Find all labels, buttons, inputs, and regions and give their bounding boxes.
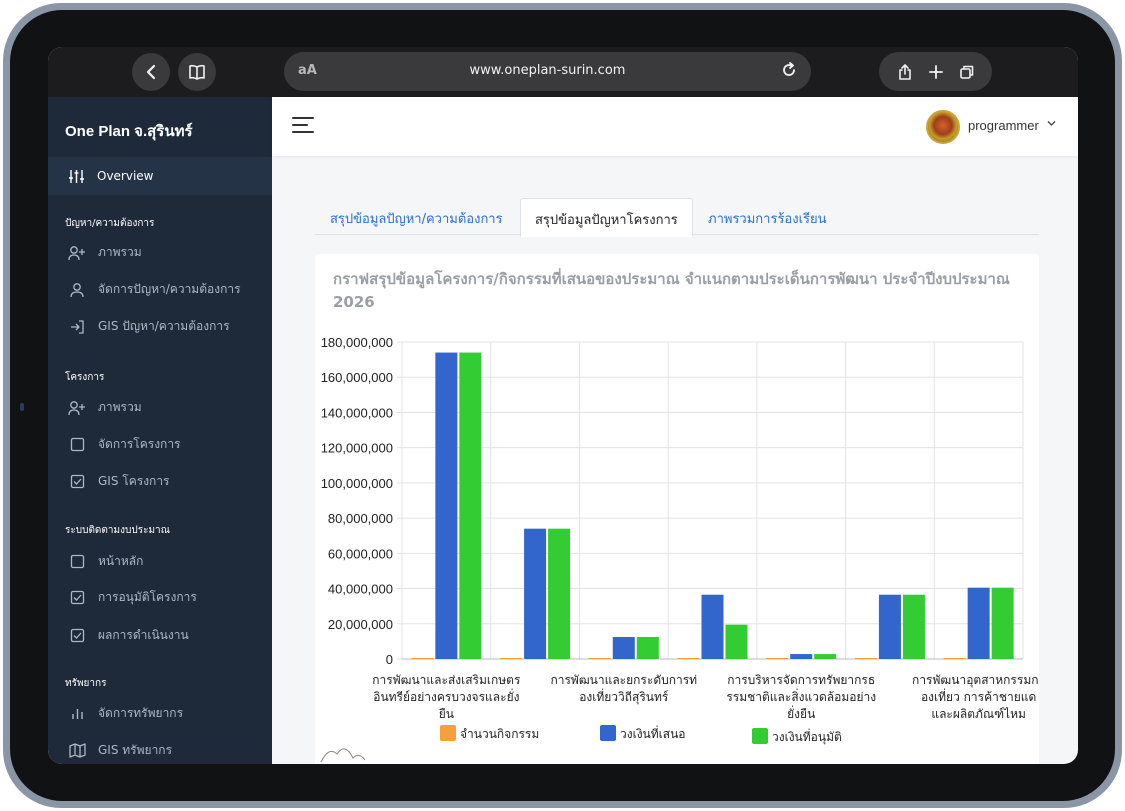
- x-tick-label: การบริหารจัดการทรัพยากรธ: [727, 673, 875, 687]
- bar: [524, 528, 547, 659]
- y-tick-label: 100,000,000: [321, 476, 393, 491]
- bar: [814, 654, 837, 659]
- bar: [878, 594, 901, 659]
- legend-swatch: [440, 725, 456, 741]
- bar: [677, 658, 700, 659]
- bar: [991, 587, 1014, 659]
- bar: [854, 658, 877, 659]
- tab-project-summary[interactable]: สรุปข้อมูลปัญหาโครงการ: [520, 198, 693, 237]
- y-tick-label: 20,000,000: [328, 617, 393, 632]
- y-tick-label: 160,000,000: [321, 370, 393, 385]
- bar: [588, 658, 611, 659]
- bar: [943, 658, 966, 659]
- chart-card: กราฟสรุปข้อมูลโครงการ/กิจกรรมที่เสนอของป…: [315, 254, 1039, 764]
- x-tick-label: การพัฒนาและยกระดับการท่: [550, 673, 697, 687]
- tab-needs-summary[interactable]: สรุปข้อมูลปัญหา/ความต้องการ: [316, 198, 517, 236]
- bar: [459, 352, 482, 659]
- y-tick-label: 180,000,000: [321, 335, 393, 350]
- y-tick-label: 40,000,000: [328, 582, 393, 597]
- y-tick-label: 60,000,000: [328, 546, 393, 561]
- legend-label: วงเงินที่อนุมัติ: [772, 728, 842, 745]
- bar: [411, 658, 434, 659]
- chart-watermark-icon: [320, 748, 366, 763]
- bar-chart: 0 20,000,000 40,000,000 60,000,000 80,000,00…: [320, 335, 1039, 763]
- camera-dot: [20, 403, 24, 411]
- bar: [500, 658, 523, 659]
- x-tick-label: ยืน: [439, 707, 454, 721]
- bar: [766, 658, 789, 659]
- bar: [612, 636, 635, 659]
- y-tick-label: 0: [386, 652, 393, 667]
- legend-swatch: [600, 725, 616, 741]
- legend-swatch: [752, 728, 768, 744]
- legend-label: วงเงินที่เสนอ: [620, 725, 686, 741]
- bar: [790, 654, 813, 659]
- x-tick-label: รรมชาติและสิ่งแวดล้อมอย่าง: [726, 688, 876, 704]
- tab-complaints-overview[interactable]: ภาพรวมการร้องเรียน: [694, 198, 841, 236]
- bar: [902, 594, 925, 659]
- x-tick-label: ยั่งยืน: [787, 705, 815, 721]
- bar: [967, 587, 990, 659]
- y-tick-label: 140,000,000: [321, 405, 393, 420]
- bar: [435, 352, 458, 659]
- y-tick-label: 80,000,000: [328, 511, 393, 526]
- x-tick-label: องเที่ยววิถีสุรินทร์: [579, 688, 669, 705]
- bar: [548, 528, 571, 659]
- bar: [636, 636, 659, 659]
- x-tick-label: และผลิตภัณฑ์ไหม: [931, 707, 1026, 721]
- y-tick-label: 120,000,000: [321, 441, 393, 456]
- bar: [701, 594, 724, 659]
- x-tick-label: องเที่ยว การค้าชายแด: [921, 688, 1036, 704]
- content-area: สรุปข้อมูลปัญหา/ความต้องการ สรุปข้อมูลปั…: [48, 47, 1078, 764]
- x-tick-label: การพัฒนาและส่งเสริมเกษตร: [372, 673, 521, 687]
- x-tick-label: อินทรีย์อย่างครบวงจรและยั่ง: [373, 688, 519, 704]
- legend-label: จำนวนกิจกรรม: [460, 727, 539, 741]
- bar: [725, 624, 748, 659]
- x-tick-label: การพัฒนาอุตสาหกรรมกา: [912, 673, 1039, 688]
